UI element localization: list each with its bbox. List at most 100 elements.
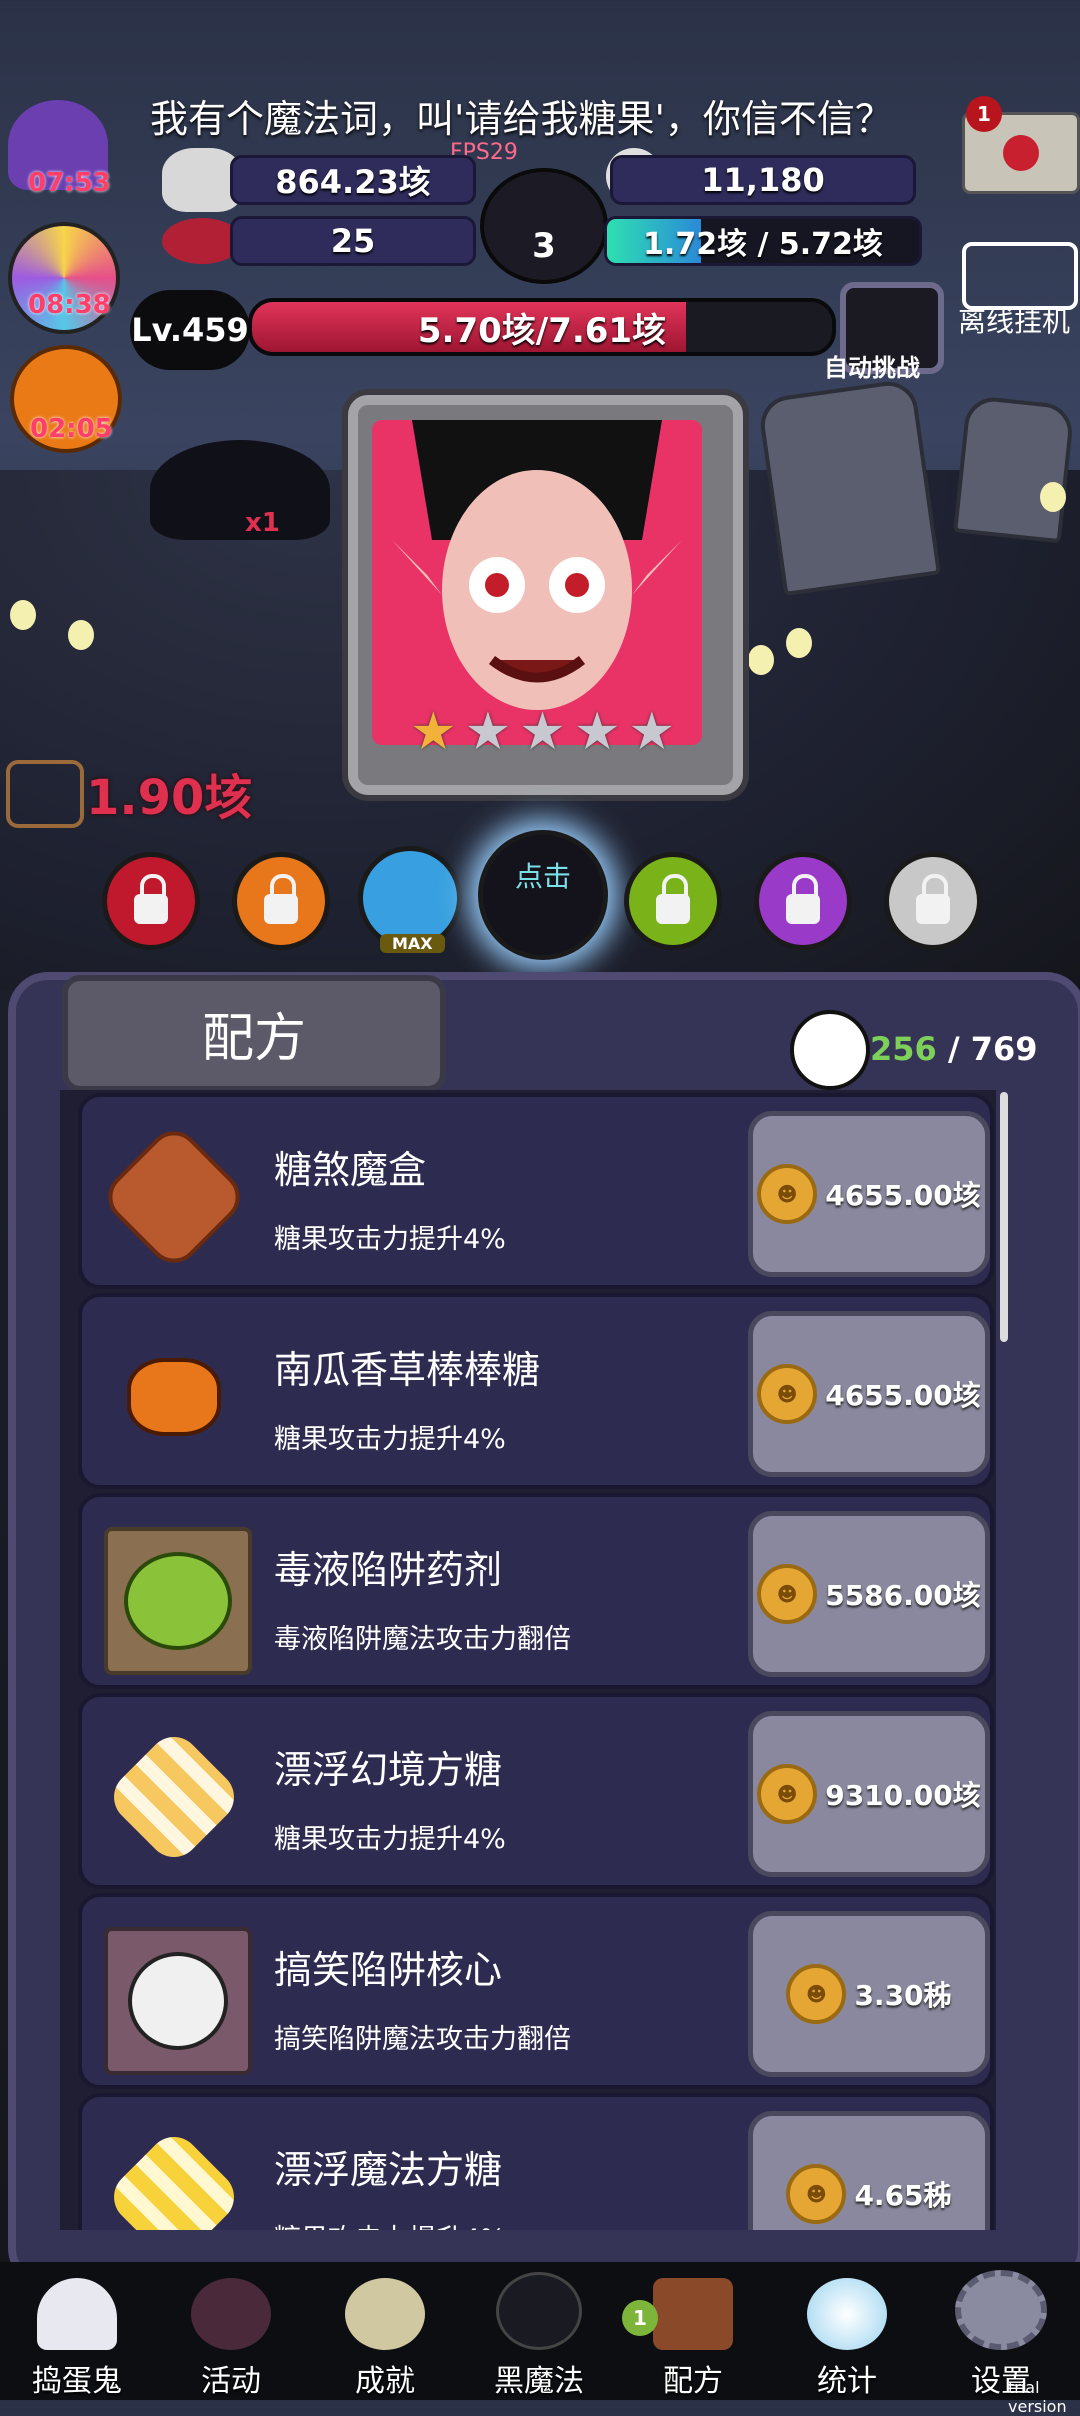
star-filled-icon: ★ [410,702,457,762]
nav-label: 捣蛋鬼 [32,2364,122,2399]
recipe-description: 糖果攻击力提升4% [274,1824,506,1855]
recipe-price: 4.65秭 [854,2179,952,2212]
pumpkin-lollipop-icon [104,1327,244,1467]
buy-recipe-button[interactable]: ☻ 4655.00垓 [748,1111,990,1277]
damage-number: 1.90垓 [86,770,253,826]
buy-recipe-button[interactable]: ☻ 9310.00垓 [748,1711,990,1877]
recipe-scrollbar[interactable] [1000,1092,1008,1342]
lock-icon [656,874,690,924]
nav-label: 统计 [817,2364,877,2399]
glowing-eye [10,600,36,630]
recipe-price: 3.30秭 [854,1979,952,2012]
cauldron-icon[interactable]: 3 [480,168,608,284]
panda-icon [790,1010,870,1090]
ghost-icon [37,2278,117,2350]
tap-label: 点击 [514,860,571,893]
recipe-description: 搞笑陷阱魔法攻击力翻倍 [274,2024,571,2055]
recipe-price: 4655.00垓 [825,1379,981,1412]
star-empty-icon: ★ [628,702,676,762]
nav-item-achievements[interactable]: 成就 [310,2270,460,2400]
recipe-row: 搞笑陷阱核心 搞笑陷阱魔法攻击力翻倍 ☻ 3.30秭 [78,1893,994,2089]
star-empty-icon: ★ [519,702,566,762]
pumpkin-coin-icon: ☻ [757,1764,818,1824]
monster-slot-red-locked[interactable] [102,852,200,950]
axe-icon [6,760,84,828]
recipe-nav-badge: 1 [622,2300,658,2336]
vampire-face-icon [392,420,682,710]
star-empty-icon: ★ [464,702,512,762]
recipe-description: 毒液陷阱魔法攻击力翻倍 [274,1624,571,1655]
glowing-eye [1040,482,1066,512]
crystal-ball-icon [807,2278,887,2350]
nav-item-stats[interactable]: 统计 [772,2270,922,2400]
recipe-description: 糖果攻击力提升4% [274,2217,506,2230]
witch-timer: 07:53 [28,168,111,198]
tombstone [953,394,1075,544]
vampire-portrait[interactable] [372,420,702,745]
mail-badge: 1 [966,96,1002,132]
yellow-striped-candy-icon [103,2126,245,2230]
auto-battle-label: 自动挑战 [824,354,920,382]
pumpkin-coin-icon: ☻ [786,2164,847,2224]
nav-item-events[interactable]: 活动 [156,2270,306,2400]
wax-seal-icon [1003,135,1039,171]
recipe-row: 南瓜香草棒棒糖 糖果攻击力提升4% ☻ 4655.00垓 [78,1293,994,1489]
monster-slot-gray-locked[interactable] [884,852,982,950]
recipe-title: 漂浮魔法方糖 [274,2148,503,2192]
glowing-eye [786,628,812,658]
recipe-title: 毒液陷阱药剂 [274,1548,503,1592]
recipe-title: 糖煞魔盒 [274,1148,427,1192]
nav-label: 活动 [201,2364,261,2399]
nav-item-dark-magic[interactable]: 黑魔法 [464,2270,614,2400]
buy-recipe-button[interactable]: ☻ 3.30秭 [748,1911,990,2077]
recipe-title: 漂浮幻境方糖 [274,1748,503,1792]
recipe-title: 南瓜香草棒棒糖 [274,1348,541,1392]
candy-timer: 08:38 [28,290,111,320]
demon-icon [496,2272,582,2350]
recipe-title: 搞笑陷阱核心 [274,1948,503,1992]
recipe-description: 糖果攻击力提升4% [274,1424,506,1455]
tombstone [756,377,942,597]
nav-label: 黑魔法 [494,2364,584,2399]
nav-item-troublemaker[interactable]: 捣蛋鬼 [2,2270,152,2400]
monster-slot-green-locked[interactable] [624,852,722,950]
pumpkin-timer: 02:05 [30,414,113,444]
caramel-candy-icon [97,1120,251,1274]
recipe-price: 9310.00垓 [825,1779,981,1812]
glowing-eye [748,645,774,675]
recipe-description: 糖果攻击力提升4% [274,1224,506,1255]
pumpkin-coin-icon: ☻ [786,1964,847,2024]
recipe-row: 糖煞魔盒 糖果攻击力提升4% ☻ 4655.00垓 [78,1093,994,1289]
lock-icon [264,874,298,924]
cauldron-level: 3 [532,226,556,266]
zombie-head-icon [104,1527,252,1675]
trial-version-watermark: trial version [1008,2378,1067,2416]
monster-slot-demon-selected[interactable]: 点击 [478,830,608,960]
recipe-row: 毒液陷阱药剂 毒液陷阱魔法攻击力翻倍 ☻ 5586.00垓 [78,1493,994,1689]
mana-text: 1.72垓 / 5.72垓 [643,227,883,262]
monster-slot-orange-locked[interactable] [232,852,330,950]
buy-recipe-button[interactable]: ☻ 5586.00垓 [748,1511,990,1677]
recipe-list[interactable]: 糖煞魔盒 糖果攻击力提升4% ☻ 4655.00垓 南瓜香草棒棒糖 糖果攻击力提升… [60,1090,996,2230]
offline-idle-label: 离线挂机 [958,305,1071,338]
monster-slot-purple-locked[interactable] [754,852,852,950]
cake-icon [191,2278,271,2350]
recipe-count-owned: 256 [870,1030,937,1068]
bat-icon [150,440,330,540]
buy-recipe-button[interactable]: ☻ 4655.00垓 [748,1311,990,1477]
recipe-count-total: 769 [970,1030,1038,1068]
candy-amount: 864.23垓 [230,155,476,205]
recipe-tab-title: 配方 [62,975,446,1092]
recipe-book-icon [653,2278,733,2350]
level-badge: Lv.459 [130,290,250,370]
lock-icon [916,874,950,924]
gear-icon [955,2270,1047,2350]
recipe-count: 256 / 769 [870,1030,1038,1068]
pumpkin-coin-icon: ☻ [757,1564,818,1624]
bow-count: 25 [230,216,476,266]
star-empty-icon: ★ [573,702,621,762]
max-label: MAX [380,934,445,953]
axe-multiplier: x1 [245,508,280,538]
buy-recipe-button[interactable]: ☻ 4.65秭 [748,2111,990,2230]
lock-icon [134,874,168,924]
